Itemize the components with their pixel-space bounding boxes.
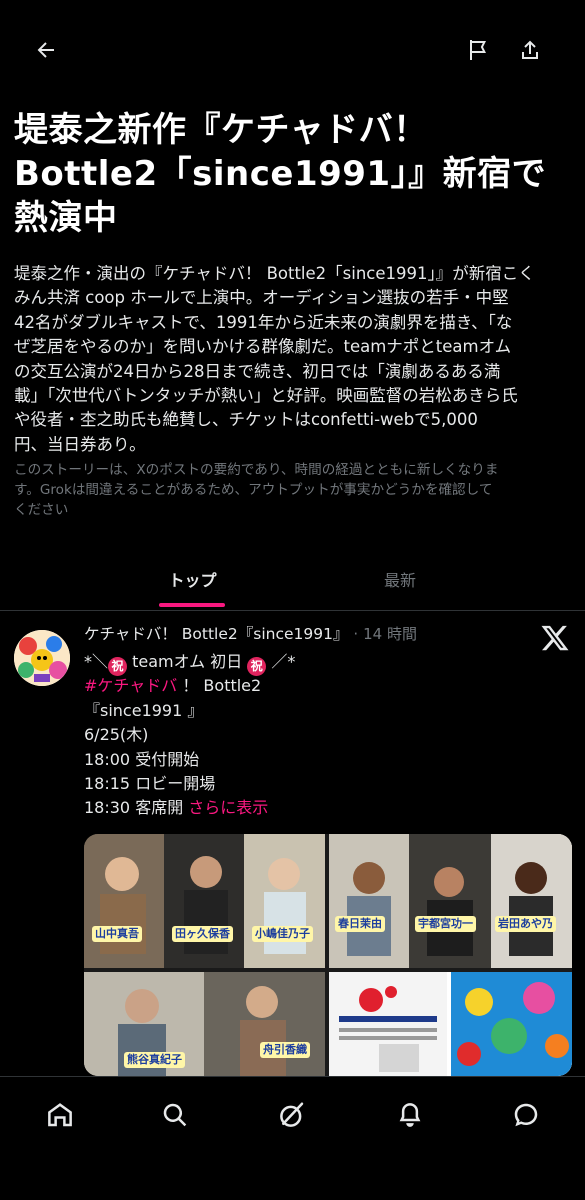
disclaimer-line: す。Grokは間違えることがあるため、アウトプットが事実かどうかを確認して (14, 482, 493, 498)
media-photo-1[interactable]: 山中真吾 田ヶ久保香 小嶋佳乃子 (84, 834, 325, 968)
post-text-fragment: ／* (266, 652, 296, 671)
post-text-fragment: teamオム 初日 (127, 652, 248, 671)
tab-latest[interactable]: 最新 (300, 548, 500, 610)
hashtag-link[interactable]: #ケチャドバ (84, 676, 177, 695)
cast-name-caption: 岩田あや乃 (495, 916, 556, 932)
summary-line: ぜ芝居をやるのか」を問いかける群像劇だ。teamナポとteamオム (14, 337, 512, 357)
bell-icon (399, 1103, 421, 1127)
avatar-illustration (14, 630, 70, 686)
share-button[interactable] (510, 30, 550, 70)
story-headline: 堤泰之新作『ケチャドバ！ Bottle2「since1991」』新宿で 熱演中 (14, 108, 574, 240)
cast-name-caption: 小嶋佳乃子 (252, 926, 313, 942)
grok-icon (280, 1102, 304, 1127)
post-text: *＼ 祝 teamオム 初日 祝 ／* #ケチャドバ ！ Bottle2 『sin… (84, 650, 564, 821)
search-icon (163, 1103, 187, 1127)
celebration-badge-icon: 祝 (247, 657, 267, 676)
headline-line: 熱演中 (14, 198, 118, 238)
home-icon (48, 1103, 72, 1127)
post-line: 18:00 受付開始 (84, 749, 200, 769)
tab-top[interactable]: トップ (100, 548, 285, 610)
cast-name-caption: 熊谷真紀子 (124, 1052, 185, 1068)
summary-line: みん共済 coop ホールで上演中。オーディション選抜の若手・中堅 (14, 288, 509, 308)
headline-line: 堤泰之新作『ケチャドバ！ (14, 110, 428, 150)
flag-icon (470, 40, 486, 60)
media-photo-2[interactable]: 春日茉由 宇都宮功一 岩田あや乃 (329, 834, 572, 968)
arrow-left-icon (37, 42, 54, 58)
photo-illustration (84, 834, 325, 968)
media-flyer[interactable] (329, 972, 572, 1076)
messages-icon (514, 1103, 538, 1127)
post-timestamp[interactable]: 14 時間 (363, 625, 417, 643)
disclaimer-line: ください (14, 502, 69, 518)
post-separator: · (353, 625, 359, 643)
summary-line: 載」「次世代バトンタッチが熱い」と好評。映画監督の岩松あきら氏 (14, 386, 518, 406)
post-header: ケチャドバ！ Bottle2『since1991』 · 14 時間 (84, 622, 514, 648)
post-line: 6/25(木) (84, 725, 149, 745)
cast-name-caption: 春日茉由 (335, 916, 385, 932)
summary-line: 円、当日券あり。 (14, 434, 146, 454)
bottom-navigation (0, 1076, 585, 1200)
summary-line: や役者・杢之助氏も絶賛し、チケットはconfetti-webで5,000 (14, 410, 478, 430)
tab-bar: トップ 最新 (0, 548, 585, 610)
post-line: #ケチャドバ ！ Bottle2 (84, 674, 564, 698)
post-line: 18:15 ロビー開場 (84, 773, 216, 793)
share-icon (522, 40, 538, 59)
active-tab-indicator (159, 603, 225, 607)
disclaimer-line: このストーリーは、Xのポストの要約であり、時間の経過とともに新しくなりま (14, 462, 499, 478)
nav-search-button[interactable] (155, 1095, 195, 1135)
story-summary: 堤泰之作・演出の『ケチャドバ！ Bottle2「since1991」』が新宿こく… (14, 262, 576, 457)
x-logo-icon (540, 623, 570, 653)
post-line: 18:30 客席開 さらに表示 (84, 796, 564, 820)
nav-notifications-button[interactable] (390, 1095, 430, 1135)
report-button[interactable] (458, 30, 498, 70)
show-more-link[interactable]: さらに表示 (188, 798, 268, 817)
summary-line: 堤泰之作・演出の『ケチャドバ！ Bottle2「since1991」』が新宿こく (14, 264, 535, 283)
nav-home-button[interactable] (40, 1095, 80, 1135)
grok-disclaimer: このストーリーは、Xのポストの要約であり、時間の経過とともに新しくなりま す。G… (14, 460, 576, 520)
post-text-fragment: *＼ (84, 652, 109, 671)
cast-name-caption: 田ヶ久保香 (172, 926, 233, 942)
cast-name-caption: 宇都宮功一 (415, 916, 476, 932)
post-media-grid[interactable]: 山中真吾 田ヶ久保香 小嶋佳乃子 春日茉由 宇都宮功一 岩田あや乃 熊谷真紀子 … (84, 834, 572, 1076)
post-text-fragment: ！ Bottle2 (177, 676, 262, 696)
media-photo-3[interactable]: 熊谷真紀子 舟引香織 (84, 972, 325, 1076)
cast-name-caption: 舟引香織 (260, 1042, 310, 1058)
photo-illustration (84, 972, 325, 1076)
top-bar (0, 22, 585, 86)
divider (0, 610, 585, 611)
flyer-illustration (329, 972, 572, 1076)
headline-line: Bottle2「since1991」』新宿で (14, 154, 547, 194)
post-line: 『since1991 』 (84, 700, 204, 720)
photo-illustration (329, 834, 572, 968)
post-author-name[interactable]: ケチャドバ！ Bottle2『since1991』 (84, 625, 348, 643)
post-line: *＼ 祝 teamオム 初日 祝 ／* (84, 650, 564, 676)
cast-name-caption: 山中真吾 (92, 926, 142, 942)
avatar[interactable] (14, 630, 70, 686)
celebration-badge-icon: 祝 (108, 657, 128, 676)
nav-messages-button[interactable] (506, 1095, 546, 1135)
back-button[interactable] (26, 30, 66, 70)
post-text-fragment: 18:30 客席開 (84, 798, 184, 818)
nav-grok-button[interactable] (272, 1095, 312, 1135)
summary-line: の交互公演が24日から28日まで続き、初日では「演劇あるある満 (14, 361, 501, 381)
summary-line: 42名がダブルキャストで、1991年から近未来の演劇界を描き、「な (14, 312, 513, 332)
